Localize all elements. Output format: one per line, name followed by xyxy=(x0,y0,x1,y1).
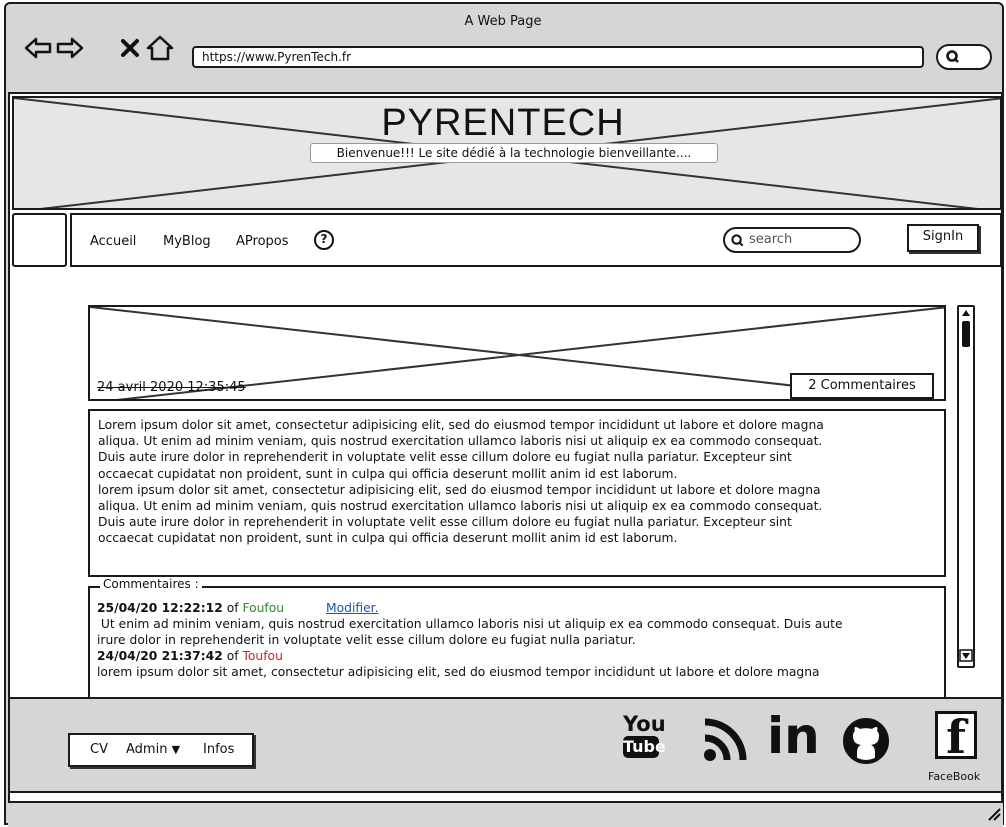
post-text-line: aliqua. Ut enim ad minim veniam, quis no… xyxy=(98,434,823,449)
post-text-line: lorem ipsum dolor sit amet, consectetur … xyxy=(98,482,821,497)
stop-icon[interactable] xyxy=(116,34,144,62)
comments-count-button[interactable]: 2 Commentaires xyxy=(790,373,934,399)
comment-author: Toufou xyxy=(242,649,283,663)
youtube-top-text: You xyxy=(623,712,666,736)
forward-icon[interactable] xyxy=(56,34,84,62)
footer-link-admin[interactable]: Admin ▼ xyxy=(126,742,180,757)
comment-text-line: irure dolor in reprehenderit in voluptat… xyxy=(97,633,636,647)
signin-button[interactable]: SignIn xyxy=(907,224,979,252)
footer-link-infos[interactable]: Infos xyxy=(203,742,234,757)
comment-header: 25/04/20 12:22:12 of Foufou Modifier. xyxy=(97,600,942,616)
back-icon[interactable] xyxy=(24,34,52,62)
scroll-thumb xyxy=(962,321,970,347)
comment-author: Foufou xyxy=(242,601,285,615)
logo-placeholder[interactable] xyxy=(12,213,67,267)
comments-legend: Commentaires : xyxy=(100,577,202,591)
facebook-icon[interactable]: f xyxy=(935,711,977,760)
comment-header: 24/04/20 21:37:42 of Toufou xyxy=(97,648,942,664)
nav-link-apropos[interactable]: APropos xyxy=(236,234,289,249)
comment-timestamp: 25/04/20 12:22:12 xyxy=(97,601,223,615)
comment-text-line: Ut enim ad minim veniam, quis nostrud ex… xyxy=(97,617,843,631)
comment-text-line: lorem ipsum dolor sit amet, consectetur … xyxy=(97,665,820,679)
github-icon[interactable] xyxy=(842,717,890,769)
browser-search-field[interactable] xyxy=(936,44,992,70)
admin-label: Admin xyxy=(126,742,168,757)
chevron-down-icon: ▼ xyxy=(171,743,181,756)
nav-link-accueil[interactable]: Accueil xyxy=(90,234,136,249)
post-text-line: Duis aute irure dolor in reprehenderit i… xyxy=(98,515,792,530)
youtube-icon[interactable]: You Tube xyxy=(623,712,666,774)
post-body: Lorem ipsum dolor sit amet, consectetur … xyxy=(88,409,946,577)
home-icon[interactable] xyxy=(146,34,174,62)
resize-grip-icon xyxy=(988,808,1001,821)
comment-timestamp: 24/04/20 21:37:42 xyxy=(97,649,223,663)
search-placeholder: search xyxy=(749,232,793,247)
site-search-input[interactable]: search xyxy=(723,227,861,253)
rss-icon[interactable] xyxy=(703,718,747,766)
help-icon[interactable]: ? xyxy=(314,230,334,250)
post-text-line: Duis aute irure dolor in reprehenderit i… xyxy=(98,450,792,465)
post-text-line: aliqua. Ut enim ad minim veniam, quis no… xyxy=(98,499,823,514)
linkedin-icon[interactable]: in xyxy=(767,706,820,766)
url-bar[interactable]: https://www.PyrenTech.fr xyxy=(192,46,924,68)
facebook-label: FaceBook xyxy=(928,770,981,783)
search-icon xyxy=(731,234,744,247)
content-scrollbar[interactable] xyxy=(957,305,975,668)
comment-of: of xyxy=(226,649,239,663)
comment-of: of xyxy=(226,601,239,615)
search-icon xyxy=(946,50,959,63)
browser-status-bar xyxy=(8,801,1003,827)
youtube-bottom-text: Tube xyxy=(623,736,666,758)
scroll-down-icon xyxy=(962,653,970,659)
post-text-line: occaecat cupidatat non proident, sunt in… xyxy=(98,531,678,546)
edit-comment-link[interactable]: Modifier. xyxy=(326,601,379,615)
nav-link-myblog[interactable]: MyBlog xyxy=(163,234,211,249)
site-tagline: Bienvenue!!! Le site dédié à la technolo… xyxy=(310,143,718,163)
post-date: 24 avril 2020 12:35:45 xyxy=(97,380,246,395)
site-title: PYRENTECH xyxy=(381,102,625,144)
window-title: A Web Page xyxy=(464,14,542,29)
post-text-line: Lorem ipsum dolor sit amet, consectetur … xyxy=(98,418,824,432)
scroll-up-icon xyxy=(962,310,970,316)
footer-link-cv[interactable]: CV xyxy=(90,742,108,757)
post-text-line: occaecat cupidatat non proident, sunt in… xyxy=(98,466,678,481)
